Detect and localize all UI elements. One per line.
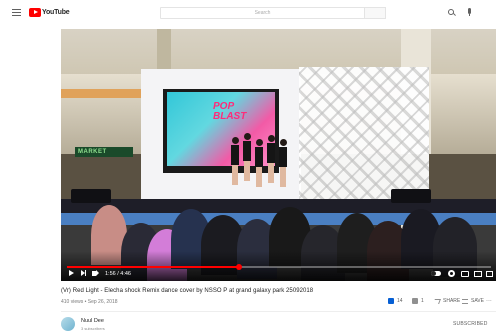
next-icon[interactable] (81, 270, 86, 276)
dislike-button[interactable]: 1 (412, 298, 424, 304)
share-label: SHARE (443, 298, 461, 304)
logo-text: YouTube (42, 9, 70, 16)
avatar[interactable] (61, 317, 75, 331)
like-count: 14 (397, 298, 403, 304)
save-button[interactable]: SAVE (462, 298, 484, 304)
progress-bar[interactable] (67, 264, 491, 270)
play-icon[interactable] (69, 270, 74, 276)
share-icon (433, 298, 441, 304)
market-sign: MARKET (75, 147, 133, 157)
gear-icon[interactable] (448, 270, 455, 277)
like-button[interactable]: 14 (388, 298, 403, 304)
dancer (243, 133, 251, 183)
dancer (231, 137, 239, 187)
play-logo-icon (29, 8, 41, 17)
stage-decor-wall-pattern (299, 67, 429, 207)
playlist-add-icon (462, 298, 468, 304)
top-bar: YouTube Search (0, 0, 496, 26)
search-input[interactable]: Search (160, 7, 365, 19)
dancer (279, 139, 287, 189)
microphone-icon[interactable] (468, 8, 471, 16)
youtube-logo[interactable]: YouTube (29, 8, 70, 17)
subscribed-button[interactable]: SUBSCRIBED (453, 321, 488, 327)
stage-speaker (71, 189, 111, 203)
progress-bar-played (67, 266, 239, 268)
dancer (255, 139, 263, 189)
channel-name[interactable]: Nuul Dee (81, 318, 104, 324)
stage-screen-text: POP BLAST (213, 101, 247, 122)
dancer (267, 135, 275, 185)
search-button[interactable] (364, 7, 386, 19)
dislike-count: 1 (421, 298, 424, 304)
thumbs-up-icon (388, 298, 394, 304)
search-icon[interactable] (448, 9, 454, 15)
share-button[interactable]: SHARE (433, 298, 461, 304)
save-label: SAVE (471, 298, 484, 304)
more-options-icon[interactable]: ... (486, 296, 492, 303)
volume-icon[interactable] (92, 270, 99, 276)
video-title: (Vr) Red Light - Elecha shock Remix danc… (61, 288, 314, 294)
time-display: 1:56 / 4:46 (105, 271, 131, 277)
menu-icon[interactable] (12, 9, 21, 16)
fullscreen-icon[interactable] (486, 271, 493, 277)
captions-icon[interactable] (461, 271, 469, 277)
autoplay-toggle-icon[interactable] (431, 271, 441, 276)
scrubber-handle[interactable] (235, 264, 242, 270)
thumbs-down-icon (412, 298, 418, 304)
youtube-watch-page: YouTube Search MARKET POP BLAST 1:56 / 4… (0, 0, 496, 335)
stage-speaker (391, 189, 431, 203)
divider (61, 311, 496, 312)
subscriber-count: 3 subscribers (81, 326, 105, 331)
video-meta: 410 views • Sep 26, 2018 (61, 299, 118, 305)
miniplayer-icon[interactable] (474, 271, 482, 277)
video-player[interactable]: MARKET POP BLAST 1:56 / 4:46 (61, 29, 496, 281)
